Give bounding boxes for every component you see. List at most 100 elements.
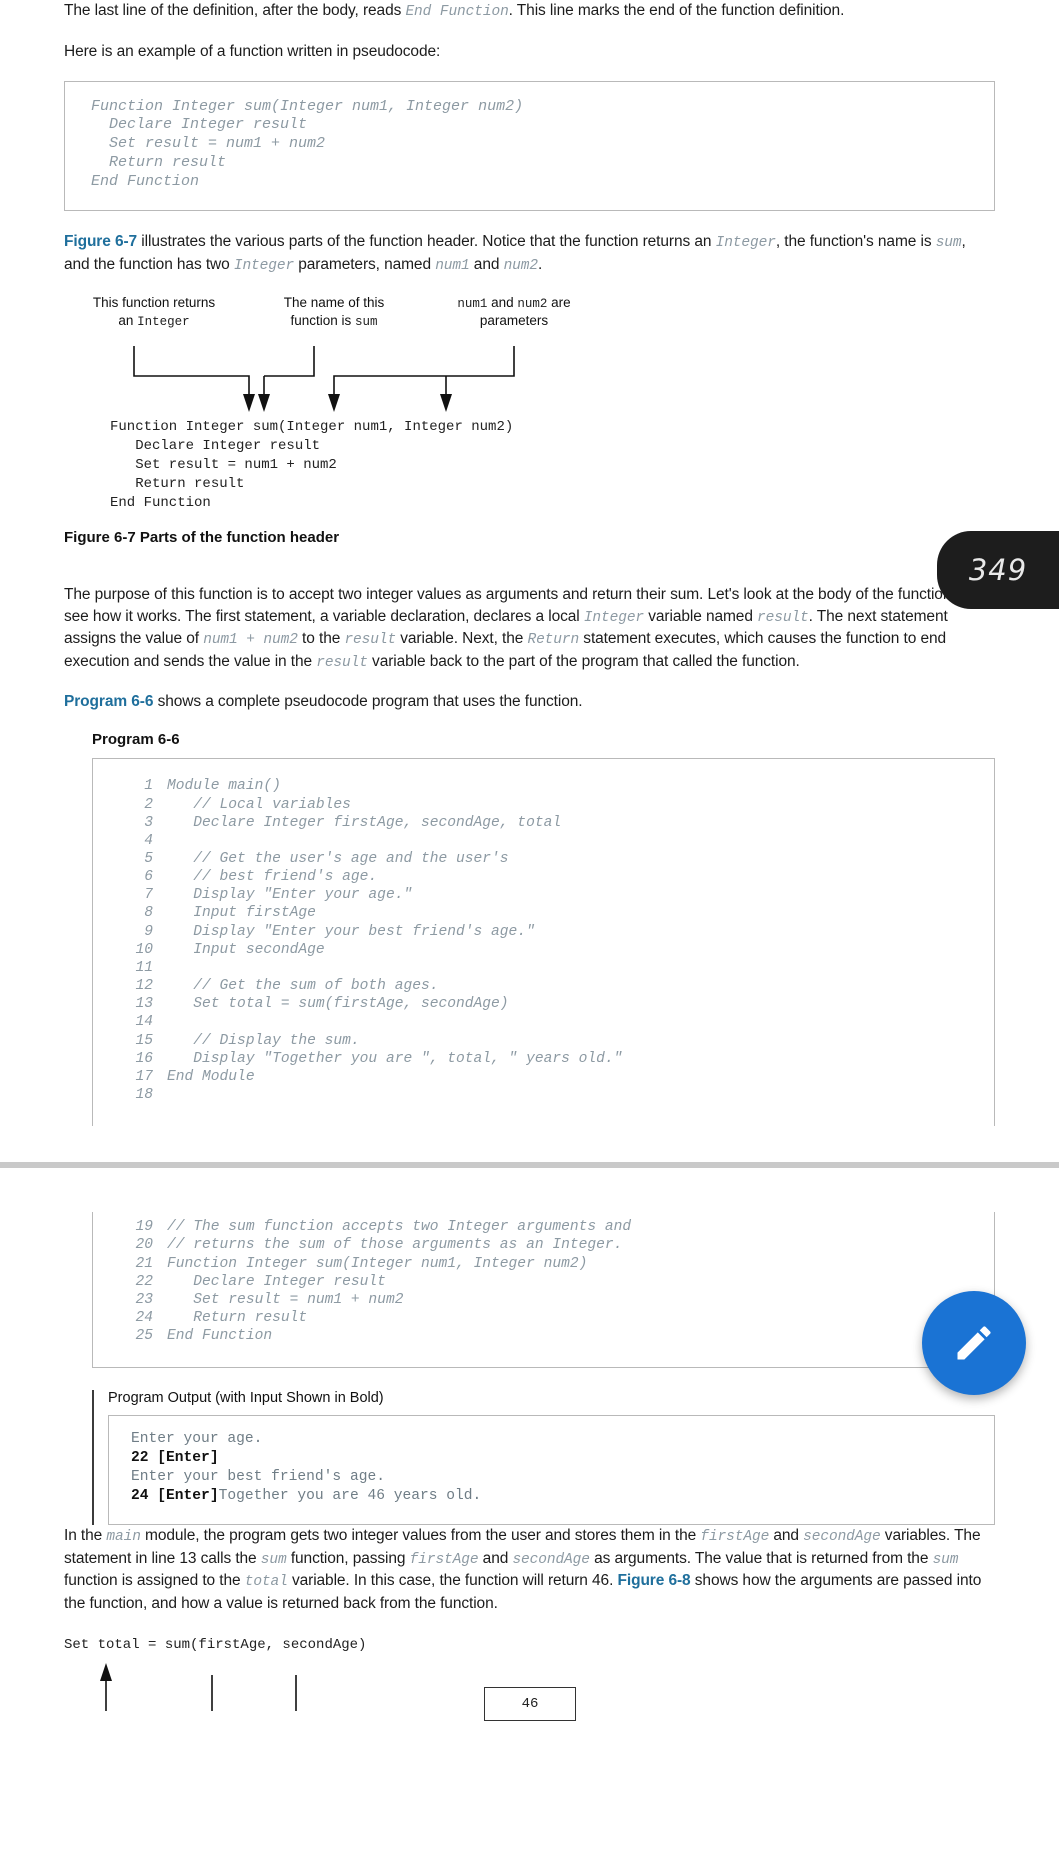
program-line: 20 // returns the sum of those arguments … bbox=[119, 1236, 968, 1254]
program-6-6-title: Program 6-6 bbox=[92, 731, 180, 749]
purpose-code-return: Return bbox=[527, 632, 580, 649]
figure-6-7-link[interactable]: Figure 6-7 bbox=[64, 233, 137, 250]
program-6-6-link[interactable]: Program 6-6 bbox=[64, 693, 153, 710]
closing-code-secondage-2: secondAge bbox=[512, 1551, 590, 1568]
figure-6-8-arrows: 46 bbox=[64, 1655, 995, 1721]
figure-6-7: This function returns an Integer The nam… bbox=[64, 294, 995, 545]
edit-fab-button[interactable] bbox=[922, 1290, 1026, 1395]
purpose-g: variable back to the part of the program… bbox=[367, 652, 800, 670]
document-page: The last line of the definition, after t… bbox=[0, 0, 1059, 1721]
closing-g: as arguments. The value that is returned… bbox=[589, 1549, 933, 1567]
program-line: 1 Module main() bbox=[119, 777, 968, 795]
figure-6-8-value-box: 46 bbox=[484, 1686, 576, 1721]
program-output-text: Enter your age. 22 [Enter] Enter your be… bbox=[131, 1430, 972, 1506]
program-line-code: Return result bbox=[167, 1309, 308, 1326]
program-line-number: 13 bbox=[135, 996, 153, 1013]
program-line-number: 22 bbox=[135, 1273, 153, 1290]
program-line-code: // Get the sum of both ages. bbox=[167, 978, 439, 995]
closing-code-firstage-2: firstAge bbox=[409, 1551, 479, 1568]
fig-intro-f: . bbox=[537, 255, 543, 273]
pseudocode-example-code: Function Integer sum(Integer num1, Integ… bbox=[91, 97, 524, 191]
program-line-number: 11 bbox=[135, 959, 153, 976]
program-output-section: Program Output (with Input Shown in Bold… bbox=[92, 1390, 995, 1526]
program-line: 15 // Display the sum. bbox=[119, 1032, 968, 1050]
purpose-code-sum-expr: num1 + num2 bbox=[203, 632, 298, 649]
program-line-number: 3 bbox=[144, 814, 153, 831]
para1-code-end-function: End Function bbox=[405, 4, 509, 20]
program-line-code: Input secondAge bbox=[167, 941, 325, 958]
program-line: 10 Input secondAge bbox=[119, 941, 968, 959]
program-line-number: 15 bbox=[135, 1032, 153, 1049]
program-line-number: 19 bbox=[135, 1219, 153, 1236]
para1-text-a: The last line of the definition, after t… bbox=[64, 2, 406, 19]
closing-code-secondage-1: secondAge bbox=[803, 1529, 881, 1546]
paragraph-pseudocode-example: Here is an example of a function written… bbox=[64, 41, 995, 63]
program-line: 23 Set result = num1 + num2 bbox=[119, 1291, 968, 1309]
fig-intro-code-integer-2: Integer bbox=[233, 257, 295, 274]
callout-3-code-num1: num1 bbox=[457, 297, 488, 312]
program-line: 25 End Function bbox=[119, 1327, 968, 1345]
callout-1-line2-code: Integer bbox=[137, 314, 190, 329]
program-line-number: 12 bbox=[135, 978, 153, 995]
program-line-number: 6 bbox=[144, 869, 153, 886]
fig-intro-e: and bbox=[469, 255, 504, 273]
program-line-code: // Get the user's age and the user's bbox=[167, 851, 509, 867]
fig-intro-code-num2: num2 bbox=[503, 257, 539, 274]
program-line: 16 Display "Together you are ", total, "… bbox=[119, 1050, 968, 1068]
program-line-code: Declare Integer firstAge, secondAge, tot… bbox=[167, 814, 562, 831]
program-line-number: 5 bbox=[144, 851, 153, 867]
program-lines-part1: 1 Module main() 2 // Local variables 3 Decl… bbox=[119, 777, 968, 1104]
program-line-code: // The sum function accepts two Integer … bbox=[167, 1219, 632, 1236]
program-line: 5 // Get the user's age and the user's bbox=[119, 850, 968, 868]
program-lines-part2: 19 // The sum function accepts two Intege… bbox=[119, 1218, 968, 1345]
program-line: 18 bbox=[119, 1086, 968, 1104]
callout-3-line2: parameters bbox=[479, 313, 549, 329]
callout-3-plain: and bbox=[487, 295, 518, 311]
fig-intro-b: , the function's name is bbox=[775, 233, 936, 251]
figure-6-8-code: Set total = sum(firstAge, secondAge) bbox=[64, 1636, 367, 1653]
program-line-code: Set total = sum(firstAge, secondAge) bbox=[167, 996, 509, 1013]
callout-1-line2-plain: an bbox=[118, 312, 138, 328]
program-6-6-block-continued: 19 // The sum function accepts two Intege… bbox=[64, 1212, 995, 1526]
program-line-code: Declare Integer result bbox=[167, 1273, 386, 1290]
output-text: Together you are 46 years old. bbox=[218, 1488, 482, 1505]
page-number-badge: 349 bbox=[937, 531, 1059, 609]
program-line-number: 10 bbox=[135, 941, 153, 958]
closing-i: variable. In this case, the function wil… bbox=[287, 1572, 618, 1590]
figure-6-8-link[interactable]: Figure 6-8 bbox=[618, 1572, 691, 1589]
fig-intro-code-sum: sum bbox=[935, 235, 962, 252]
program-6-6-listing-part1: 1 Module main() 2 // Local variables 3 Decl… bbox=[92, 758, 995, 1127]
fig-intro-a: illustrates the various parts of the fun… bbox=[137, 233, 716, 251]
program-line-number: 14 bbox=[135, 1014, 153, 1031]
figure-callout-labels: This function returns an Integer The nam… bbox=[64, 294, 995, 344]
program-6-6-listing-part2: 19 // The sum function accepts two Intege… bbox=[92, 1212, 995, 1369]
program-line-number: 25 bbox=[135, 1328, 153, 1345]
program-line: 7 Display "Enter your age." bbox=[119, 886, 968, 904]
fig-intro-d: parameters, named bbox=[294, 255, 436, 273]
output-bold-input: 22 [Enter] bbox=[131, 1450, 219, 1467]
paragraph-closing: In the main module, the program gets two… bbox=[64, 1525, 995, 1615]
program-line-number: 7 bbox=[144, 887, 153, 904]
closing-code-firstage-1: firstAge bbox=[700, 1529, 770, 1546]
purpose-d: to the bbox=[297, 630, 345, 648]
figure-code-listing: Function Integer sum(Integer num1, Integ… bbox=[64, 418, 995, 512]
paragraph-program-6-6-intro: Program 6-6 shows a complete pseudocode … bbox=[64, 691, 995, 713]
program-line-code: Input firstAge bbox=[167, 905, 316, 922]
program-line-code: // Local variables bbox=[167, 796, 351, 813]
page-content-continued: 19 // The sum function accepts two Intege… bbox=[0, 1168, 1059, 1721]
callout-2-line2-code: sum bbox=[355, 314, 378, 329]
closing-c: and bbox=[769, 1527, 804, 1545]
program-line: 21 Function Integer sum(Integer num1, Int… bbox=[119, 1255, 968, 1273]
program-line-number: 1 bbox=[144, 778, 153, 795]
program-line-number: 4 bbox=[144, 832, 153, 849]
page-number-text: 349 bbox=[968, 553, 1028, 587]
closing-code-sum-2: sum bbox=[932, 1551, 959, 1568]
fig-intro-code-integer-1: Integer bbox=[715, 235, 776, 252]
purpose-code-result-3: result bbox=[316, 654, 368, 671]
closing-code-total: total bbox=[244, 1574, 288, 1591]
callout-returns-integer: This function returns an Integer bbox=[64, 294, 244, 330]
program-line-number: 2 bbox=[144, 796, 153, 813]
closing-b: module, the program gets two integer val… bbox=[140, 1527, 701, 1545]
program-line-code: Module main() bbox=[167, 778, 281, 795]
program-line-code: Display "Enter your best friend's age." bbox=[167, 923, 535, 940]
